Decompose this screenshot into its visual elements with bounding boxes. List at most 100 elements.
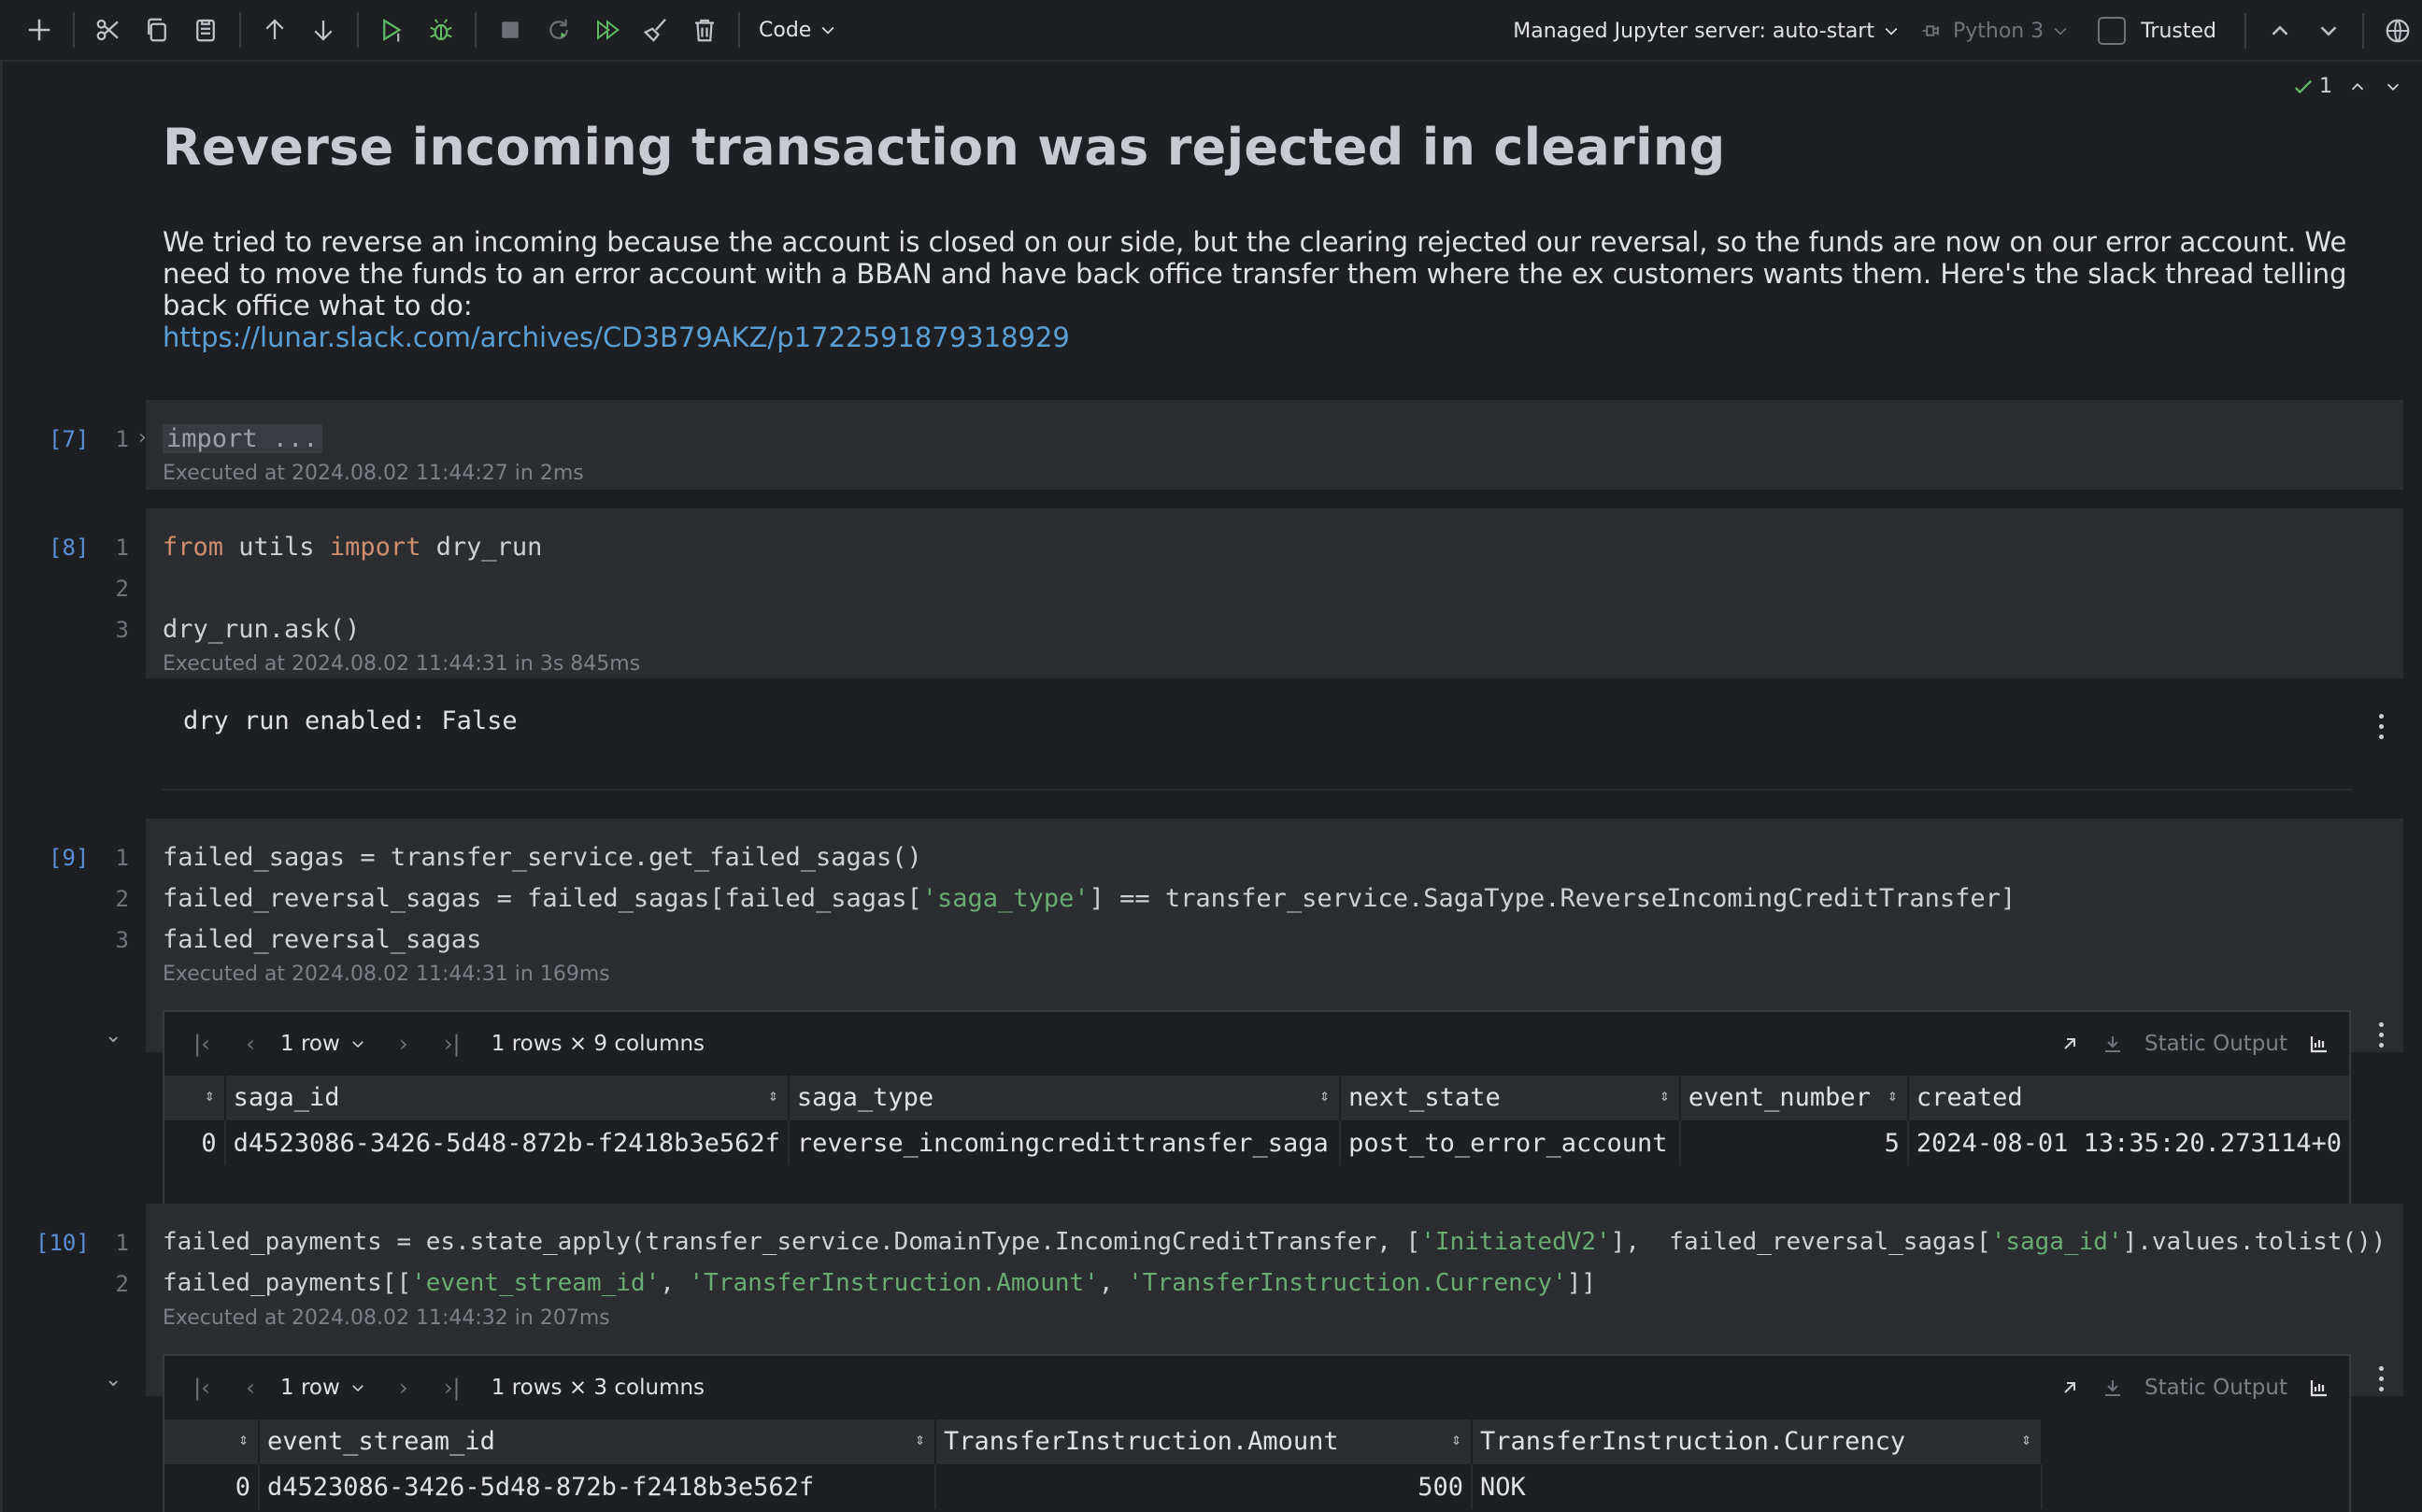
column-header[interactable]: TransferInstruction.Currency ⇕ (1472, 1419, 2043, 1463)
next-page-icon[interactable]: › (379, 1031, 428, 1057)
index-header[interactable]: ⇕ (164, 1076, 226, 1120)
column-header[interactable]: TransferInstruction.Amount ⇕ (935, 1419, 1473, 1463)
rows-per-page-dropdown[interactable]: 1 row (280, 1376, 366, 1400)
execution-info: Executed at 2024.08.02 11:44:31 in 169ms (163, 963, 610, 986)
clear-outputs-button[interactable] (632, 6, 680, 54)
table-row[interactable]: 0 d4523086-3426-5d48-872b-f2418b3e562f r… (164, 1119, 2349, 1165)
interrupt-kernel-button[interactable] (486, 6, 534, 54)
chevron-down-icon (821, 26, 834, 35)
open-in-new-tab-icon[interactable] (2059, 1376, 2081, 1399)
column-header[interactable]: saga_type ⇕ (788, 1076, 1342, 1120)
next-cell-button[interactable] (2304, 7, 2353, 55)
prev-page-icon[interactable]: ‹ (226, 1031, 275, 1057)
table-cell[interactable]: 5 (1679, 1119, 1909, 1165)
restart-kernel-button[interactable] (534, 6, 583, 54)
add-cell-button[interactable] (15, 6, 64, 54)
table-cell[interactable]: d4523086-3426-5d48-872b-f2418b3e562f (259, 1462, 936, 1509)
web-preview-button[interactable] (2373, 7, 2422, 55)
chart-view-icon[interactable] (2308, 1033, 2330, 1055)
next-page-icon[interactable]: › (379, 1375, 428, 1401)
run-all-icon (597, 20, 620, 40)
trusted-checkbox[interactable] (2098, 17, 2127, 45)
line-number: 2 (115, 576, 129, 602)
table-cell[interactable]: 2024-08-01 13:35:20.273114+0 (1907, 1119, 2349, 1165)
sort-icon[interactable]: ⇕ (1888, 1086, 1898, 1105)
sort-icon[interactable]: ⇕ (2021, 1430, 2031, 1449)
fold-arrow-icon[interactable]: › (138, 426, 147, 449)
copy-button[interactable] (133, 6, 181, 54)
sort-icon[interactable]: ⇕ (768, 1086, 778, 1105)
toolbar-separator (738, 12, 740, 48)
code-line: dry_run.ask() (163, 615, 361, 644)
first-page-icon[interactable]: |‹ (178, 1031, 226, 1057)
move-cell-down-button[interactable] (299, 6, 348, 54)
table-cell[interactable]: reverse_incomingcredittransfer_saga (788, 1119, 1342, 1165)
open-in-new-tab-icon[interactable] (2059, 1033, 2081, 1055)
index-header[interactable]: ⇕ (164, 1419, 260, 1463)
dataframe-toolbar: |‹ ‹ 1 row › ›| 1 rows × 9 columns Stati… (164, 1012, 2349, 1076)
download-icon[interactable] (2101, 1033, 2124, 1055)
previous-cell-button[interactable] (2256, 7, 2304, 55)
run-cell-button[interactable] (368, 6, 417, 54)
first-page-icon[interactable]: |‹ (178, 1375, 226, 1401)
jupyter-server-dropdown[interactable]: Managed Jupyter server: auto-start (1513, 20, 1901, 43)
chevron-up-icon[interactable] (2347, 77, 2368, 97)
output-divider (163, 789, 2353, 791)
line-number: 1 (115, 535, 129, 561)
chart-view-icon[interactable] (2308, 1376, 2330, 1399)
debug-cell-button[interactable] (417, 6, 465, 54)
prev-page-icon[interactable]: ‹ (226, 1375, 275, 1401)
run-all-button[interactable] (583, 6, 632, 54)
code-line: from utils import dry_run (163, 533, 543, 562)
table-cell[interactable]: 500 (935, 1462, 1473, 1509)
toolbar-separator (357, 12, 359, 48)
cut-button[interactable] (84, 6, 133, 54)
chevron-down-icon[interactable] (2383, 77, 2403, 97)
output-menu-icon[interactable] (2376, 714, 2386, 745)
collapse-output-icon[interactable]: ⌄ (105, 1024, 121, 1048)
table-cell[interactable]: NOK (1472, 1462, 2043, 1509)
row-index: 0 (164, 1462, 260, 1509)
execution-count: [9] (49, 845, 90, 871)
sort-icon[interactable]: ⇕ (1319, 1086, 1330, 1105)
table-row[interactable]: 0 d4523086-3426-5d48-872b-f2418b3e562f 5… (164, 1462, 2043, 1509)
sort-icon[interactable]: ⇕ (1660, 1086, 1670, 1105)
dataframe-viewer: |‹ ‹ 1 row › ›| 1 rows × 3 columns Stati… (163, 1354, 2351, 1512)
sort-icon[interactable]: ⇕ (238, 1430, 249, 1449)
download-icon[interactable] (2101, 1376, 2124, 1399)
line-number: 2 (115, 886, 129, 912)
move-cell-up-button[interactable] (250, 6, 299, 54)
table-cell[interactable]: post_to_error_account (1340, 1119, 1681, 1165)
row-index: 0 (164, 1119, 226, 1165)
last-page-icon[interactable]: ›| (428, 1031, 477, 1057)
dataframe-actions: Static Output (2059, 1356, 2349, 1419)
code-line: failed_reversal_sagas (163, 925, 482, 954)
column-header[interactable]: created (1907, 1076, 2349, 1120)
rows-per-page-dropdown[interactable]: 1 row (280, 1032, 366, 1056)
inspection-widget[interactable]: 1 (2293, 75, 2403, 98)
delete-cell-button[interactable] (680, 6, 729, 54)
output-menu-icon[interactable] (2376, 1022, 2386, 1053)
sort-icon[interactable]: ⇕ (205, 1086, 215, 1105)
run-cursor-icon (383, 18, 402, 42)
slack-link[interactable]: https://lunar.slack.com/archives/CD3B79A… (163, 321, 1070, 353)
sort-icon[interactable]: ⇕ (915, 1430, 925, 1449)
column-header[interactable]: next_state ⇕ (1340, 1076, 1681, 1120)
output-menu-icon[interactable] (2376, 1366, 2386, 1397)
last-page-icon[interactable]: ›| (428, 1375, 477, 1401)
sort-icon[interactable]: ⇕ (1451, 1430, 1461, 1449)
table-cell[interactable]: d4523086-3426-5d48-872b-f2418b3e562f (224, 1119, 790, 1165)
cell-type-dropdown[interactable]: Code (759, 19, 837, 42)
collapse-output-icon[interactable]: ⌄ (105, 1368, 121, 1391)
column-header[interactable]: event_stream_id ⇕ (259, 1419, 936, 1463)
column-header[interactable]: event_number ⇕ (1679, 1076, 1909, 1120)
line-number: 1 (115, 426, 129, 452)
chevron-down-icon (2054, 27, 2067, 36)
column-header[interactable]: saga_id ⇕ (224, 1076, 790, 1120)
code-line: failed_reversal_sagas = failed_sagas[fai… (163, 884, 2016, 913)
collapsed-imports[interactable]: import ... (163, 424, 322, 453)
kernel-dropdown[interactable]: Python 3 (1919, 18, 2070, 44)
paste-button[interactable] (181, 6, 230, 54)
static-output-label: Static Output (2144, 1032, 2287, 1056)
stop-icon (502, 21, 519, 38)
